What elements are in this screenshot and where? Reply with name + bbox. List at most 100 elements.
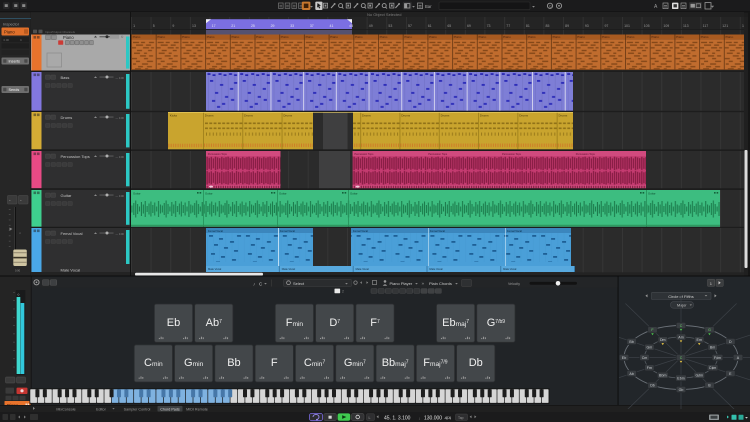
svg-text:Femal Vocal: Femal Vocal [353, 229, 368, 233]
svg-text:Eb: Eb [167, 317, 180, 329]
svg-text:C: C [259, 281, 262, 286]
svg-text:53: 53 [388, 24, 392, 28]
svg-text:G: G [708, 328, 711, 332]
svg-text:Femal Vocal: Femal Vocal [430, 229, 445, 233]
svg-text:Guitar: Guitar [133, 192, 141, 196]
svg-text:4/4: 4/4 [445, 415, 452, 420]
svg-text:Major: Major [677, 304, 687, 308]
svg-text:0.00: 0.00 [4, 38, 10, 42]
svg-text:Percussion Tops: Percussion Tops [502, 152, 522, 156]
svg-text:Inspector: Inspector [3, 22, 20, 27]
svg-text:Dm: Dm [660, 338, 666, 342]
svg-text:89: 89 [565, 24, 569, 28]
svg-text:61: 61 [428, 24, 432, 28]
svg-text:Percussion Tops: Percussion Tops [576, 152, 596, 156]
svg-text:Inserts: Inserts [9, 60, 20, 64]
svg-text:F: F [271, 357, 278, 369]
svg-text:Chord Pads: Chord Pads [160, 407, 180, 411]
svg-text:Femal Vocal: Femal Vocal [208, 229, 223, 233]
svg-text:Drums: Drums [61, 115, 73, 120]
svg-text:21: 21 [231, 24, 235, 28]
svg-text:No Object Selected: No Object Selected [367, 12, 401, 17]
svg-text:Femal Vocal: Femal Vocal [280, 229, 295, 233]
svg-text:0.00: 0.00 [15, 269, 21, 273]
svg-text:Bar: Bar [425, 4, 432, 9]
svg-text:— 0.00: — 0.00 [116, 116, 125, 120]
svg-text:97: 97 [604, 24, 608, 28]
svg-text:Piano: Piano [63, 35, 74, 40]
svg-text:♪: ♪ [253, 281, 255, 286]
svg-text:— 0.00: — 0.00 [116, 194, 125, 198]
svg-text:Em: Em [697, 338, 702, 342]
svg-text:— 0.00: — 0.00 [116, 76, 125, 80]
svg-text:Db: Db [650, 384, 655, 388]
svg-text:— 0.00: — 0.00 [116, 155, 125, 159]
svg-text:65: 65 [447, 24, 451, 28]
svg-text:D: D [729, 340, 732, 344]
svg-text:Sends: Sends [9, 88, 20, 92]
svg-text:Cm: Cm [642, 356, 648, 360]
svg-text:Guitar: Guitar [61, 193, 73, 198]
svg-text:93: 93 [585, 24, 589, 28]
svg-text:49: 49 [369, 24, 373, 28]
svg-text:29: 29 [271, 24, 275, 28]
svg-text:Velocity: Velocity [508, 282, 520, 286]
svg-text:▪: ▪ [20, 199, 21, 203]
svg-text:Gm: Gm [646, 346, 652, 350]
svg-text:121: 121 [722, 24, 728, 28]
svg-text:MIDI Remote: MIDI Remote [186, 407, 208, 411]
svg-text:Piano Player: Piano Player [390, 281, 413, 286]
svg-text:109: 109 [663, 24, 669, 28]
svg-text:Bb: Bb [227, 357, 240, 369]
svg-text:Bbm: Bbm [659, 374, 666, 378]
svg-text:Fm: Fm [647, 366, 652, 370]
svg-text:Sampler Control: Sampler Control [124, 407, 151, 411]
svg-text:41: 41 [330, 24, 334, 28]
svg-text:Percussion Tops: Percussion Tops [208, 152, 228, 156]
svg-text:C♯m: C♯m [709, 366, 716, 370]
svg-text:117: 117 [703, 24, 709, 28]
svg-text:Piano: Piano [4, 30, 15, 35]
svg-text:73: 73 [487, 24, 491, 28]
svg-text:Guitar: Guitar [279, 192, 287, 196]
svg-text:Am: Am [678, 335, 683, 339]
svg-text:101: 101 [624, 24, 630, 28]
svg-text:13: 13 [192, 24, 196, 28]
svg-text:— 0.00: — 0.00 [116, 232, 125, 236]
svg-text:MixConsole: MixConsole [56, 407, 75, 411]
svg-text:C: C [680, 324, 683, 328]
svg-text:Femal Vocal: Femal Vocal [61, 231, 83, 236]
svg-text:Guitar: Guitar [205, 192, 213, 196]
svg-text:57: 57 [408, 24, 412, 28]
svg-text:Guitar: Guitar [648, 192, 656, 196]
svg-text:45: 45 [349, 24, 353, 28]
svg-text:Femal Vocal: Femal Vocal [507, 229, 522, 233]
svg-text:F♯m: F♯m [714, 356, 721, 360]
svg-text:81: 81 [526, 24, 530, 28]
svg-text:Editor: Editor [96, 407, 106, 411]
svg-text:Gb: Gb [679, 388, 684, 392]
svg-text:85: 85 [546, 24, 550, 28]
svg-text:69: 69 [467, 24, 471, 28]
svg-text:♩: ♩ [419, 415, 423, 420]
svg-text:105: 105 [644, 24, 650, 28]
svg-text:Q: Q [549, 4, 552, 8]
svg-text:∞: ∞ [19, 231, 21, 235]
svg-text:C: C [680, 356, 683, 360]
svg-text:Db: Db [469, 357, 483, 369]
svg-text:Input/Output Channels: Input/Output Channels [45, 30, 76, 34]
svg-text:Percussion Tops: Percussion Tops [61, 154, 90, 159]
svg-text:2: 2 [342, 290, 344, 294]
svg-text:Bass: Bass [61, 75, 70, 80]
svg-text:130.000: 130.000 [424, 415, 442, 421]
svg-text:Tap: Tap [458, 416, 464, 420]
svg-text:33: 33 [290, 24, 294, 28]
svg-text:Ebm: Ebm [677, 376, 684, 380]
svg-text:9: 9 [172, 24, 174, 28]
svg-text:37: 37 [310, 24, 314, 28]
svg-text:▪: ▪ [9, 199, 10, 203]
svg-text:1: 1 [133, 24, 135, 28]
svg-text:Ab: Ab [629, 372, 633, 376]
svg-text:G♯m: G♯m [695, 374, 703, 378]
svg-text:Select: Select [293, 281, 305, 286]
